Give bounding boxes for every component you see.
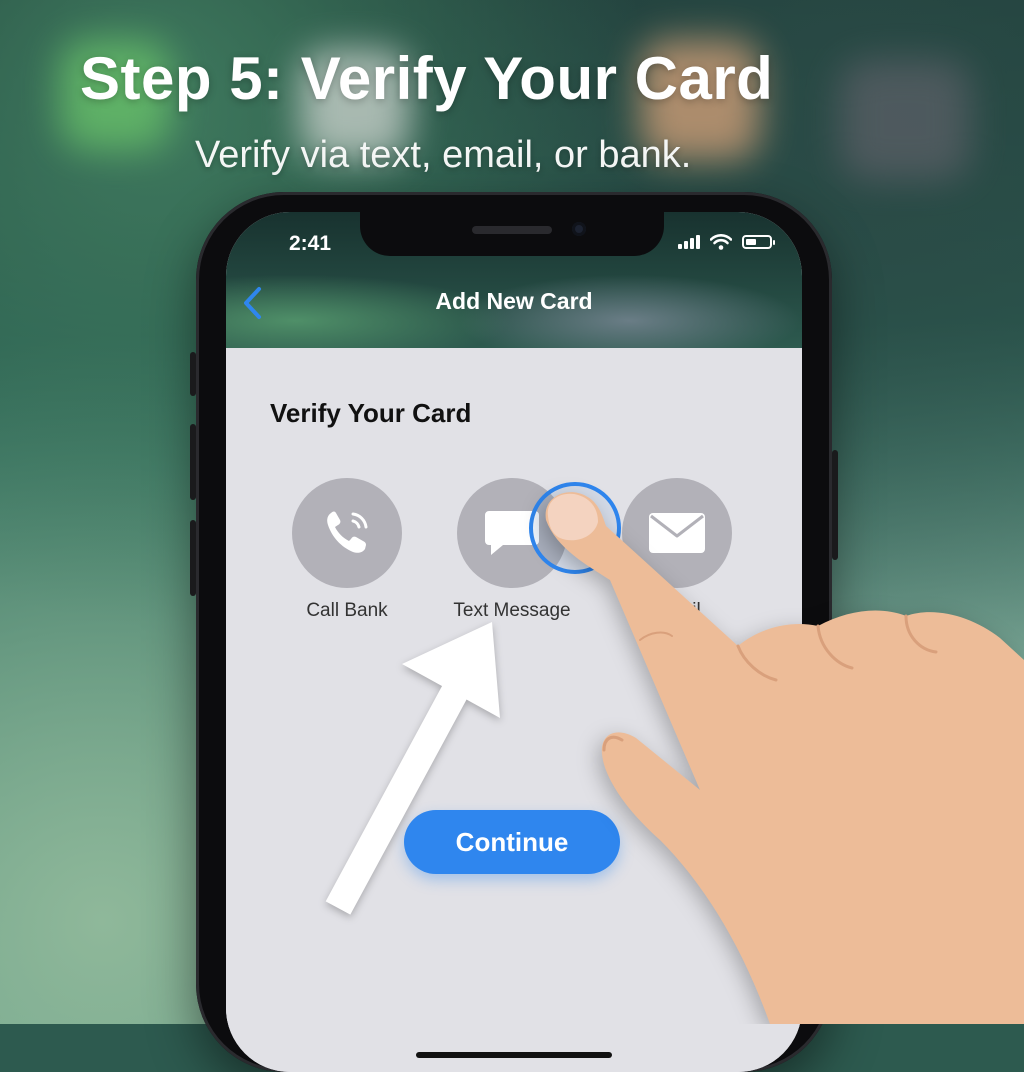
phone-frame: 2:41 Add New Card Verify Your Card Call … [190, 192, 838, 1072]
call-bank-option[interactable]: Call Bank [272, 478, 422, 622]
email-circle [622, 478, 732, 588]
phone-screen: 2:41 Add New Card Verify Your Card Call … [226, 212, 802, 1072]
call-bank-circle [292, 478, 402, 588]
page-subheadline: Verify via text, email, or bank. [195, 134, 692, 176]
front-camera [572, 222, 586, 236]
envelope-icon [649, 513, 705, 553]
phone-side-button [190, 520, 196, 596]
signal-icon [678, 235, 700, 249]
phone-side-button [190, 424, 196, 500]
verify-card-content: Verify Your Card Call Bank Text Message … [226, 348, 802, 1072]
message-bubble-icon [485, 511, 539, 555]
continue-button[interactable]: Continue [404, 810, 620, 874]
email-option[interactable]: Email [602, 478, 752, 622]
phone-icon [327, 511, 368, 553]
speaker-grille [472, 226, 552, 234]
phone-side-button [832, 450, 838, 560]
text-message-circle [457, 478, 567, 588]
call-bank-label: Call Bank [306, 600, 388, 621]
page-headline: Step 5: Verify Your Card [80, 45, 774, 112]
phone-side-button [190, 352, 196, 396]
text-message-option[interactable]: Text Message [437, 478, 587, 622]
email-label: Email [653, 600, 701, 621]
text-message-label: Text Message [453, 600, 571, 621]
status-icons [678, 234, 775, 250]
wifi-icon [710, 234, 732, 250]
battery-icon [742, 235, 775, 249]
status-time: 2:41 [289, 232, 332, 255]
blurred-app-icon [840, 60, 970, 180]
section-title: Verify Your Card [270, 398, 472, 428]
nav-title: Add New Card [435, 288, 593, 314]
home-indicator [416, 1052, 612, 1058]
phone-notch [360, 212, 664, 256]
